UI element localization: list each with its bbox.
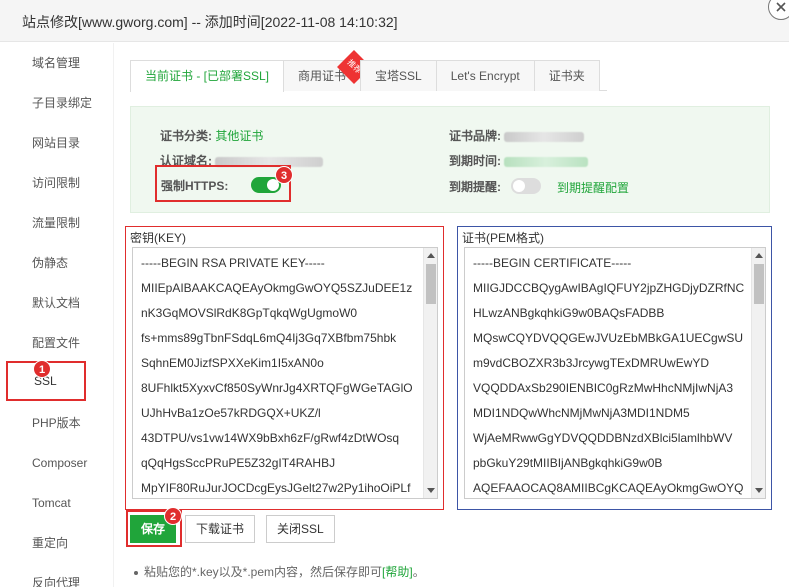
key-textarea[interactable]: -----BEGIN RSA PRIVATE KEY----- MIIEpAIB… xyxy=(132,247,438,499)
tab-commercial-cert[interactable]: 商用证书 推荐 xyxy=(283,50,372,91)
cert-category-label: 证书分类: xyxy=(160,129,212,143)
dialog-titlebar: 站点修改[www.gworg.com] -- 添加时间[2022-11-08 1… xyxy=(0,0,789,42)
cert-line: -----BEGIN CERTIFICATE----- xyxy=(473,256,632,270)
scroll-down-icon[interactable] xyxy=(755,488,763,493)
ssl-content: 当前证书 - [已部署SSL] 商用证书 推荐 宝塔SSL Let's Encr… xyxy=(114,43,789,587)
scroll-thumb[interactable] xyxy=(426,264,436,304)
cert-panel-title: 证书(PEM格式) xyxy=(462,231,544,245)
step-badge-https: 3 xyxy=(275,166,293,184)
tab-cert-folder[interactable]: 证书夹 xyxy=(533,60,600,91)
sidebar-item-default-doc[interactable]: 默认文档 xyxy=(0,283,113,323)
download-cert-button[interactable]: 下载证书 xyxy=(185,515,256,543)
step-badge-ssl: 1 xyxy=(33,360,51,378)
help-link[interactable]: [帮助] xyxy=(382,565,413,579)
sidebar-item-composer[interactable]: Composer xyxy=(0,443,113,483)
scroll-thumb[interactable] xyxy=(754,264,764,304)
ssl-tabs: 当前证书 - [已部署SSL] 商用证书 推荐 宝塔SSL Let's Encr… xyxy=(130,50,607,92)
step-badge-save: 2 xyxy=(164,507,182,525)
cert-category-value: 其他证书 xyxy=(215,129,264,143)
cert-lines: -----BEGIN CERTIFICATE----- MIIGJDCCBQyg… xyxy=(473,255,745,498)
sidebar-item-access-limit[interactable]: 访问限制 xyxy=(0,163,113,203)
key-line: MIIEpAIBAAKCAQEAyOkmgGwOYQ5SZJuDEE1z xyxy=(141,281,413,295)
cert-line: MIIGJDCCBQygAwIBAgIQFUY2jpZHGDjyDZRfNC xyxy=(473,281,745,295)
cert-remind: 到期提醒: 到期提醒配置 xyxy=(449,178,629,198)
cert-line: VQQDDAxSb290IENBIC0gRzMwHhcNMjIwNjA3 xyxy=(473,381,734,395)
key-scrollbar[interactable] xyxy=(423,248,437,498)
settings-sidebar: 域名管理 子目录绑定 网站目录 访问限制 流量限制 伪静态 默认文档 配置文件 … xyxy=(0,43,113,587)
remind-config-link[interactable]: 到期提醒配置 xyxy=(557,179,629,196)
cert-line: MQswCQYDVQQGEwJVUzEbMBkGA1UECgwSU xyxy=(473,331,744,345)
sidebar-item-redirect[interactable]: 重定向 xyxy=(0,523,113,563)
cert-brand: 证书品牌: xyxy=(449,127,585,144)
remind-toggle[interactable] xyxy=(511,178,541,194)
scroll-up-icon[interactable] xyxy=(427,253,435,258)
tip-text: 粘贴您的*.key以及*.pem内容，然后保存即可 xyxy=(144,565,383,579)
key-line: nK3GqMOVSlRdK8GpTqkqWgUgmoW0 xyxy=(141,306,358,320)
sidebar-item-traffic-limit[interactable]: 流量限制 xyxy=(0,203,113,243)
cert-brand-value-redacted xyxy=(504,131,585,142)
sidebar-item-rewrite[interactable]: 伪静态 xyxy=(0,243,113,283)
key-line: UJhHvBa1zOe57kRDGQX+UKZ/l xyxy=(141,406,321,420)
force-https-highlight: 强制HTTPS: xyxy=(155,165,291,202)
tab-letsencrypt[interactable]: Let's Encrypt xyxy=(435,60,535,91)
cert-category: 证书分类: 其他证书 xyxy=(160,127,263,144)
scroll-up-icon[interactable] xyxy=(755,253,763,258)
cert-expire-label: 到期时间: xyxy=(449,154,501,168)
sidebar-item-site-dir[interactable]: 网站目录 xyxy=(0,123,113,163)
key-line: 43DTPU/vs1vw14WX9bBxh6zF/gRwf4zDtWOsq xyxy=(141,431,400,445)
cert-line: HLwzANBgkqhkiG9w0BAQsFADBB xyxy=(473,306,665,320)
key-line: 8UFhlkt5XyxvCf850SyWnrJg4XRTQFgWGeTAGlO xyxy=(141,381,413,395)
force-https-label: 强制HTTPS: xyxy=(161,179,229,193)
key-line: -----BEGIN RSA PRIVATE KEY----- xyxy=(141,256,325,270)
cert-line: WjAeMRwwGgYDVQQDDBNzdXBlci5lamlhbWV xyxy=(473,431,733,445)
sidebar-item-config-file[interactable]: 配置文件 xyxy=(0,323,113,363)
key-line: qQqHgsSccPRuPE5Z32gIT4RAHBJ xyxy=(141,456,336,470)
key-panel: 密钥(KEY) -----BEGIN RSA PRIVATE KEY----- … xyxy=(125,226,444,510)
sidebar-item-domain[interactable]: 域名管理 xyxy=(0,43,113,83)
cert-brand-label: 证书品牌: xyxy=(449,129,501,143)
cert-panel: 证书(PEM格式) -----BEGIN CERTIFICATE----- MI… xyxy=(457,226,772,510)
cert-scrollbar[interactable] xyxy=(751,248,765,498)
tip-end: 。 xyxy=(412,565,425,579)
sidebar-item-tomcat[interactable]: Tomcat xyxy=(0,483,113,523)
cert-line: AQEFAAOCAQ8AMIIBCgKCAQEAyOkmgGwOYQ xyxy=(473,481,744,495)
close-icon xyxy=(776,2,786,12)
key-panel-title: 密钥(KEY) xyxy=(130,231,187,245)
tab-commercial-cert-label: 商用证书 xyxy=(298,69,347,83)
bullet-icon xyxy=(134,570,138,575)
cert-remind-label: 到期提醒: xyxy=(449,180,501,194)
key-line: SqhnEM0JizfSPXXeKim1I5xAN0o xyxy=(141,356,324,370)
scroll-down-icon[interactable] xyxy=(427,488,435,493)
sidebar-item-reverse-proxy[interactable]: 反向代理 xyxy=(0,563,113,587)
sidebar-item-php-version[interactable]: PHP版本 xyxy=(0,403,113,443)
cert-expire: 到期时间: xyxy=(449,152,589,169)
cert-line: m9vdCBOZXR3b3JrcywgTExDMRUwEwYD xyxy=(473,356,710,370)
cert-textarea[interactable]: -----BEGIN CERTIFICATE----- MIIGJDCCBQyg… xyxy=(464,247,766,499)
paste-tip: 粘贴您的*.key以及*.pem内容，然后保存即可[帮助]。 xyxy=(134,563,425,580)
tab-bt-ssl[interactable]: 宝塔SSL xyxy=(360,60,437,91)
sidebar-item-subdir[interactable]: 子目录绑定 xyxy=(0,83,113,123)
cert-line: MDI1NDQwWhcNMjMwNjA3MDI1NDM5 xyxy=(473,406,690,420)
tab-current-cert[interactable]: 当前证书 - [已部署SSL] xyxy=(130,60,285,92)
close-ssl-button[interactable]: 关闭SSL xyxy=(266,515,335,543)
cert-line: pbGkuY29tMIIBIjANBgkqhkiG9w0B xyxy=(473,456,663,470)
key-line: MpYIF80RuJurJOCDcgEysJGelt27w2Py1ihoOiPL… xyxy=(141,481,411,495)
dialog-title: 站点修改[www.gworg.com] -- 添加时间[2022-11-08 1… xyxy=(22,14,398,30)
key-line: fs+mms89gTbnFSdqL6mQ4Ij3Gq7XBfbm75hbk xyxy=(141,331,397,345)
cert-expire-value-redacted xyxy=(504,156,589,167)
key-lines: -----BEGIN RSA PRIVATE KEY----- MIIEpAIB… xyxy=(141,255,413,498)
